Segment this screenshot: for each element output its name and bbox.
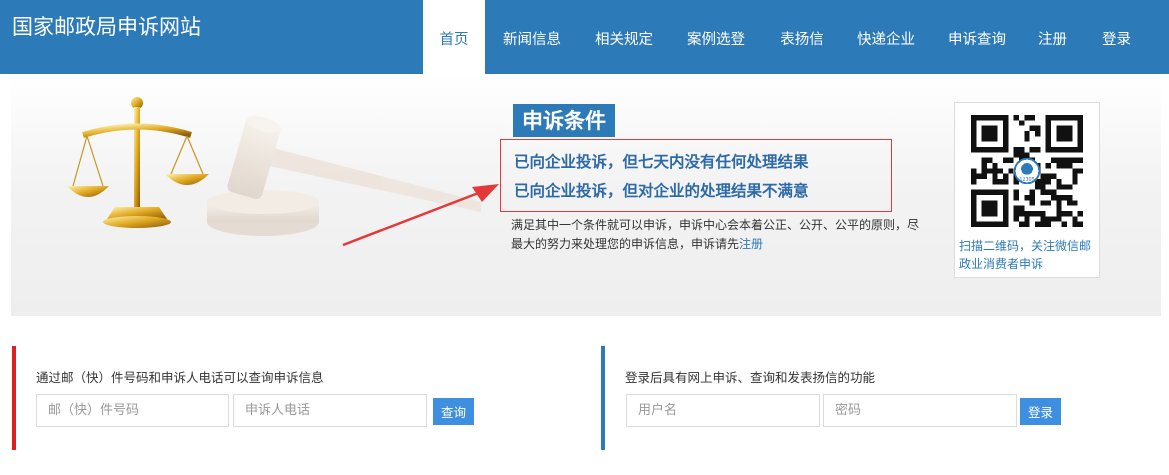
query-button[interactable]: 查询: [433, 398, 475, 425]
nav-item-login[interactable]: 登录: [1082, 0, 1151, 74]
login-panel: 登录后具有网上申诉、查询和发表扬信的功能 登录: [601, 346, 1161, 450]
qr-logo-text: 12305: [1019, 177, 1034, 183]
pointer-arrow-icon: [342, 184, 499, 247]
condition-item: 已向企业投诉，但对企业的处理结果不满意: [514, 181, 809, 200]
conditions-description: 满足其中一个条件就可以申诉，申诉中心会本着公正、公开、公平的原则，尽最大的努力来…: [511, 216, 921, 254]
login-description: 登录后具有网上申诉、查询和发表扬信的功能: [625, 370, 876, 385]
nav-item-complaint-query[interactable]: 申诉查询: [931, 0, 1023, 74]
conditions-description-text: 满足其中一个条件就可以申诉，申诉中心会本着公正、公开、公平的原则，尽最大的努力来…: [511, 218, 920, 251]
nav-item-express-companies[interactable]: 快递企业: [841, 0, 931, 74]
register-link[interactable]: 注册: [739, 237, 763, 251]
conditions-title: 申诉条件: [513, 104, 615, 137]
nav-item-regulations[interactable]: 相关规定: [579, 0, 669, 74]
nav-item-home[interactable]: 首页: [423, 0, 485, 74]
qr-code-image: 12305: [971, 115, 1083, 227]
login-button[interactable]: 登录: [1020, 398, 1062, 425]
nav-item-cases[interactable]: 案例选登: [669, 0, 763, 74]
password-input[interactable]: [823, 394, 1017, 427]
site-title[interactable]: 国家邮政局申诉网站: [12, 11, 201, 41]
nav-item-register[interactable]: 注册: [1023, 0, 1082, 74]
qr-caption: 扫描二维码，关注微信邮政业消费者申诉: [959, 239, 1092, 271]
main-nav: 首页 新闻信息 相关规定 案例选登 表扬信 快递企业 申诉查询 注册 登录: [423, 0, 1151, 74]
complainant-phone-input[interactable]: [233, 394, 427, 427]
scales-icon: [67, 97, 209, 228]
complaint-conditions-banner: 申诉条件 已向企业投诉，但七天内没有任何处理结果 已向企业投诉，但对企业的处理结…: [11, 74, 1161, 316]
wechat-qr-card: 12305 扫描二维码，关注微信邮政业消费者申诉: [954, 102, 1100, 278]
complaint-query-panel: 通过邮（快）件号码和申诉人电话可以查询申诉信息 查询: [12, 346, 572, 450]
nav-item-news[interactable]: 新闻信息: [485, 0, 579, 74]
tracking-number-input[interactable]: [36, 394, 229, 427]
condition-item: 已向企业投诉，但七天内没有任何处理结果: [514, 152, 809, 171]
nav-item-praise-letters[interactable]: 表扬信: [763, 0, 841, 74]
top-header: 国家邮政局申诉网站 首页 新闻信息 相关规定 案例选登 表扬信 快递企业 申诉查…: [0, 0, 1169, 74]
conditions-box: 已向企业投诉，但七天内没有任何处理结果 已向企业投诉，但对企业的处理结果不满意: [500, 139, 892, 212]
query-description: 通过邮（快）件号码和申诉人电话可以查询申诉信息: [36, 370, 324, 385]
username-input[interactable]: [626, 394, 820, 427]
